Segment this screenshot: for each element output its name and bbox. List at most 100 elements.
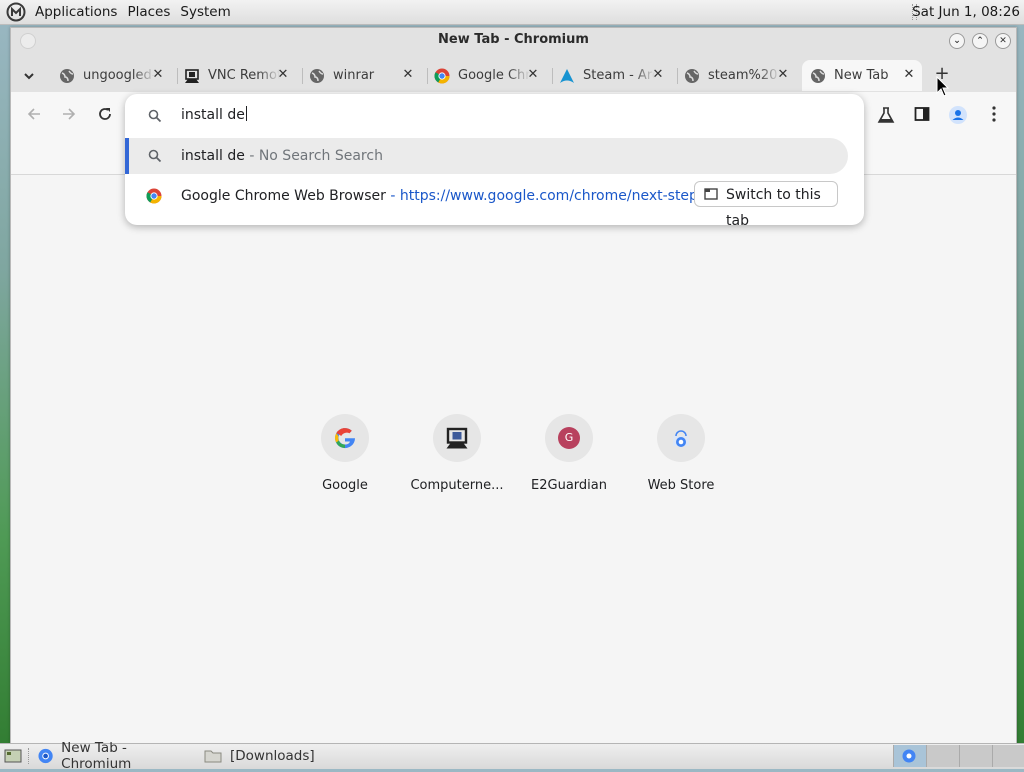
taskbar-item-downloads[interactable]: [Downloads]: [200, 745, 380, 767]
suggestion-title: Google Chrome Web Browser: [181, 188, 386, 204]
shortcut-tile: [321, 414, 369, 462]
minimize-button[interactable]: ⌄: [949, 33, 965, 49]
close-tab-icon[interactable]: ✕: [649, 66, 667, 84]
tab-vnc[interactable]: VNC Remote ✕: [184, 60, 292, 91]
tab-winrar[interactable]: winrar ✕: [309, 60, 417, 91]
taskbar-item-label: New Tab - Chromium: [61, 740, 132, 772]
panel-separator: [28, 748, 29, 764]
globe-icon: [310, 68, 324, 83]
close-tab-icon[interactable]: ✕: [399, 66, 417, 84]
search-icon: [148, 109, 162, 123]
globe-icon: [811, 68, 825, 83]
workspace-2[interactable]: [926, 745, 959, 767]
tab-title: VNC Remote: [208, 68, 280, 83]
tab-title: New Tab: [834, 68, 889, 83]
globe-icon: [685, 68, 699, 83]
vnc-icon: [446, 427, 468, 449]
side-panel-button[interactable]: [912, 106, 932, 126]
chromium-icon: [38, 748, 53, 764]
shortcut-label: E2Guardian: [531, 478, 607, 493]
window-titlebar[interactable]: New Tab - Chromium ⌄ ⌃ ✕: [11, 28, 1016, 54]
menu-button[interactable]: [984, 106, 1004, 126]
letter-avatar-icon: G: [558, 427, 580, 449]
avatar-icon: [949, 106, 967, 124]
tab-steam-arch[interactable]: Steam - Arch ✕: [559, 60, 667, 91]
show-desktop-button[interactable]: [2, 745, 24, 767]
forward-button[interactable]: [59, 106, 79, 126]
web-store-icon: [673, 430, 689, 447]
globe-icon: [60, 68, 74, 83]
tab-title: Google Chrome: [458, 68, 530, 83]
top-panel: Applications Places System Sat Jun 1, 08…: [0, 0, 1024, 25]
tab-steam-search[interactable]: steam%20 ✕: [684, 60, 792, 91]
tab-title: winrar: [333, 68, 375, 83]
side-panel-icon: [914, 107, 930, 121]
omnibox-input[interactable]: install de: [181, 106, 247, 123]
taskbar-item-label: [Downloads]: [230, 748, 315, 764]
menu-places[interactable]: Places: [127, 4, 170, 20]
tab-divider: [177, 68, 178, 84]
suggestion-tab-row[interactable]: Google Chrome Web Browser - https://www.…: [125, 178, 864, 229]
flask-icon: [877, 107, 895, 123]
suggestion-description: - No Search Search: [249, 148, 383, 164]
reload-button[interactable]: [95, 106, 115, 126]
maximize-button[interactable]: ⌃: [972, 33, 988, 49]
reload-icon: [99, 108, 111, 120]
kebab-menu-icon: [992, 106, 996, 122]
google-g-icon: [334, 428, 355, 449]
shortcut-tile: [657, 414, 705, 462]
tab-title: Steam - Arch: [583, 68, 655, 83]
suggestion-separator: -: [390, 188, 396, 204]
tab-new-tab[interactable]: New Tab ✕: [802, 60, 922, 91]
mouse-cursor-icon: [936, 76, 950, 97]
selection-indicator: [125, 138, 129, 174]
tab-switch-icon: [704, 188, 718, 200]
switch-to-tab-label: Switch to this tab: [726, 187, 821, 229]
shortcut-tile: [433, 414, 481, 462]
close-window-button[interactable]: ✕: [995, 33, 1011, 49]
switch-to-tab-button[interactable]: Switch to this tab: [694, 181, 838, 229]
menu-system[interactable]: System: [180, 4, 230, 20]
close-tab-icon[interactable]: ✕: [149, 66, 167, 84]
tab-ungoogled[interactable]: ungoogled-chromium ✕: [59, 60, 167, 91]
search-icon: [148, 149, 162, 163]
labs-button[interactable]: [876, 106, 896, 126]
workspace-4[interactable]: [992, 745, 1024, 767]
omnibox-dropdown: install de install de - No Search Search…: [125, 94, 864, 229]
tab-title: ungoogled-chromium: [83, 68, 155, 83]
tab-divider: [302, 68, 303, 84]
close-tab-icon[interactable]: ✕: [274, 66, 292, 84]
close-tab-icon[interactable]: ✕: [900, 66, 918, 84]
close-tab-icon[interactable]: ✕: [524, 66, 542, 84]
workspace-1[interactable]: [893, 745, 926, 767]
chromium-icon: [902, 749, 916, 763]
shortcut-tile: G: [545, 414, 593, 462]
window-menu-button[interactable]: [20, 33, 36, 49]
chrome-icon: [434, 68, 450, 83]
shortcut-google[interactable]: Google: [289, 414, 401, 493]
shortcut-web-store[interactable]: Web Store: [625, 414, 737, 493]
tab-google-chrome[interactable]: Google Chrome ✕: [434, 60, 542, 91]
workspace-3[interactable]: [959, 745, 992, 767]
clock[interactable]: Sat Jun 1, 08:26: [912, 4, 1020, 20]
shortcut-label: Google: [322, 478, 368, 493]
mate-logo-icon[interactable]: [6, 2, 26, 22]
suggestion-query: install de: [181, 148, 245, 164]
shortcut-label: Web Store: [647, 478, 715, 493]
window-title: New Tab - Chromium: [438, 32, 589, 47]
tab-strip: ungoogled-chromium ✕ VNC Remote ✕ winrar…: [11, 54, 1016, 92]
arrow-right-icon: [63, 108, 76, 120]
shortcut-e2guardian[interactable]: G E2Guardian: [513, 414, 625, 493]
taskbar-item-chromium[interactable]: New Tab - Chromium: [34, 740, 194, 772]
back-button[interactable]: [24, 106, 44, 126]
close-tab-icon[interactable]: ✕: [774, 66, 792, 84]
tab-search-button[interactable]: [23, 66, 43, 86]
menu-applications[interactable]: Applications: [35, 4, 117, 20]
shortcut-label: Computerne...: [410, 478, 504, 493]
bottom-panel: New Tab - Chromium [Downloads]: [0, 740, 1024, 772]
suggestion-search-row[interactable]: install de - No Search Search: [125, 138, 848, 174]
suggestion-url: https://www.google.com/chrome/next-steps…: [399, 188, 732, 204]
shortcut-computerne[interactable]: Computerne...: [401, 414, 513, 493]
profile-button[interactable]: [948, 106, 968, 126]
arch-icon: [560, 68, 574, 83]
